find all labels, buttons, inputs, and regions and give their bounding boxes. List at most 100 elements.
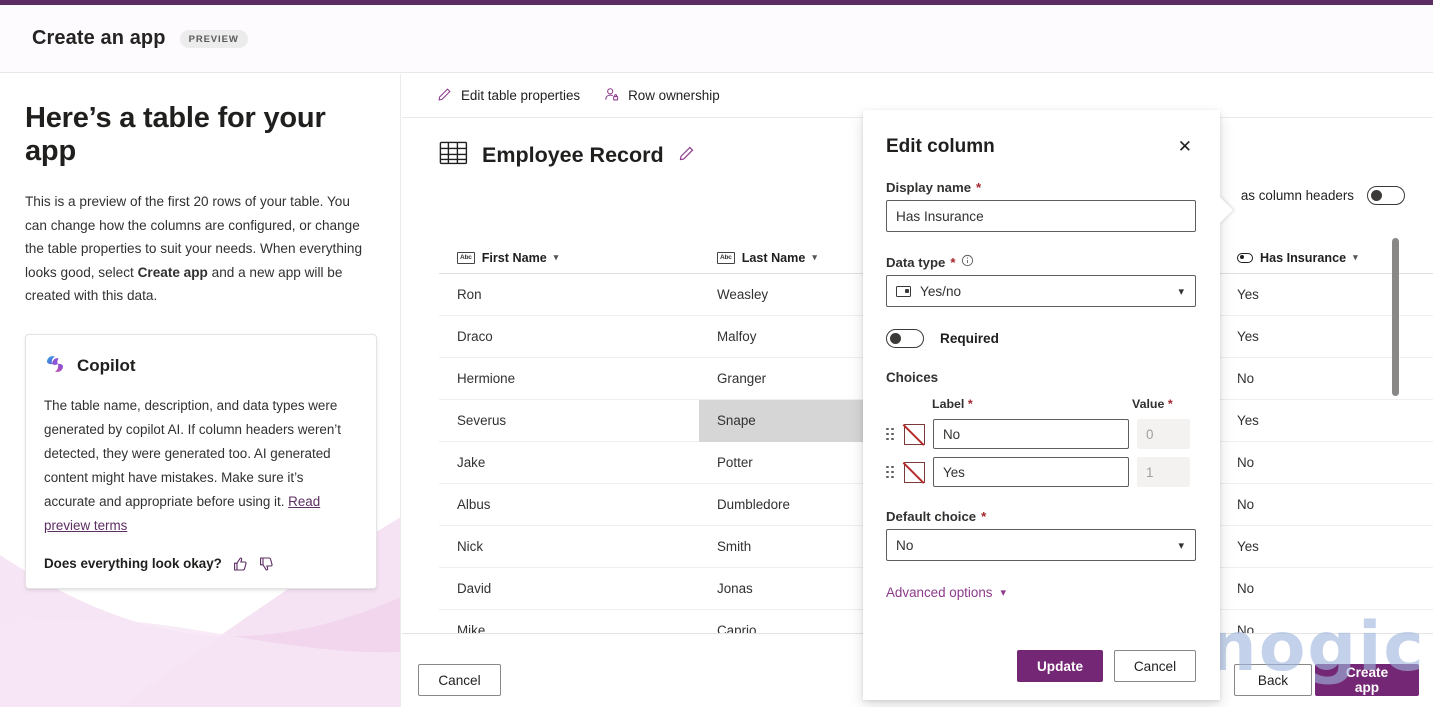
default-choice-label: Default choice * [886, 509, 1196, 524]
close-icon[interactable]: ✕ [1174, 136, 1196, 157]
drag-handle-icon[interactable] [886, 464, 896, 480]
column-header-label: First Name [481, 250, 547, 265]
table-cell[interactable]: Ron [439, 274, 699, 316]
default-choice-label-text: Default choice [886, 509, 977, 524]
choices-label-header: Label * [932, 397, 1132, 411]
table-cell[interactable]: Albus [439, 484, 699, 526]
pane-title: Here’s a table for your app [25, 102, 326, 167]
row-ownership-label: Row ownership [628, 88, 720, 103]
table-cell[interactable]: No [1219, 358, 1433, 400]
choice-label-input[interactable] [933, 457, 1129, 487]
display-name-label-text: Display name [886, 180, 972, 195]
abc-text-icon: Abc [457, 251, 475, 264]
table-cell[interactable]: David [439, 568, 699, 610]
column-header-label: Last Name [741, 250, 806, 265]
column-headers-toggle-wrap: as column headers [1241, 186, 1405, 205]
dialog-actions: Update Cancel [1017, 650, 1196, 682]
required-marker: * [981, 509, 987, 524]
delete-choice-icon[interactable] [904, 461, 925, 483]
footer-cancel-button[interactable]: Cancel [418, 664, 501, 696]
data-type-value: Yes/no [920, 283, 962, 299]
thumbs-up-icon[interactable] [232, 556, 248, 572]
required-toggle[interactable] [886, 329, 924, 348]
copilot-header: Copilot [44, 353, 357, 380]
data-type-label-text: Data type [886, 254, 946, 270]
choices-column-headers: Label * Value * [886, 397, 1196, 411]
dialog-header: Edit column ✕ [886, 136, 1196, 158]
yes-no-toggle-icon [1237, 252, 1253, 263]
choices-list [886, 419, 1196, 487]
data-type-dropdown[interactable]: Yes/no ▾ [886, 275, 1196, 307]
advanced-options-link[interactable]: Advanced options ▾ [886, 585, 1006, 600]
default-choice-dropdown[interactable]: No ▾ [886, 529, 1196, 561]
column-header-label: Has Insurance [1260, 250, 1347, 265]
vertical-scrollbar[interactable] [1392, 238, 1399, 396]
info-circle-icon[interactable] [961, 254, 974, 270]
toggle-knob [890, 333, 901, 344]
dialog-update-button[interactable]: Update [1017, 650, 1103, 682]
table-cell[interactable]: No [1219, 568, 1433, 610]
pane-description: This is a preview of the first 20 rows o… [25, 190, 374, 308]
choices-value-header: Value * [1132, 397, 1173, 411]
rename-table-icon[interactable] [678, 145, 695, 167]
required-toggle-label: Required [940, 331, 999, 346]
desc-bold-create-app: Create app [137, 264, 208, 280]
dialog-pointer [1219, 196, 1233, 224]
column-headers-toggle[interactable] [1367, 186, 1405, 205]
drag-handle-icon[interactable] [886, 426, 896, 442]
choice-label-input[interactable] [933, 419, 1129, 449]
table-cell[interactable]: Yes [1219, 274, 1433, 316]
required-marker: * [950, 254, 956, 270]
column-header-has-insurance[interactable]: Has Insurance ▾ [1219, 251, 1433, 265]
row-ownership-button[interactable]: Row ownership [595, 82, 729, 110]
advanced-options-label: Advanced options [886, 585, 993, 600]
copilot-card: Copilot The table name, description, and… [25, 333, 377, 589]
choices-label-header-text: Label [932, 397, 965, 411]
table-cell[interactable]: No [1219, 442, 1433, 484]
copilot-title: Copilot [77, 356, 136, 375]
chevron-down-icon: ▾ [1000, 587, 1006, 599]
page-title: Create an app [32, 27, 166, 49]
table-cell[interactable]: No [1219, 484, 1433, 526]
choice-value-input[interactable] [1137, 457, 1190, 487]
copilot-body: The table name, description, and data ty… [44, 394, 357, 538]
default-choice-value: No [896, 537, 914, 553]
required-marker: * [976, 180, 982, 195]
chevron-down-icon[interactable]: ▾ [1353, 252, 1358, 263]
chevron-down-icon[interactable]: ▾ [812, 252, 817, 263]
feedback-question: Does everything look okay? [44, 556, 222, 571]
choices-section-label: Choices [886, 370, 939, 385]
dialog-cancel-button[interactable]: Cancel [1114, 650, 1196, 682]
display-name-input[interactable] [886, 200, 1196, 232]
table-cell[interactable]: Severus [439, 400, 699, 442]
choices-value-header-text: Value [1132, 397, 1165, 411]
table-cell[interactable]: Yes [1219, 400, 1433, 442]
edit-table-properties-label: Edit table properties [461, 88, 581, 103]
column-header-first-name[interactable]: Abc First Name ▾ [439, 251, 699, 265]
chevron-down-icon[interactable]: ▾ [554, 252, 559, 263]
table-cell[interactable]: Draco [439, 316, 699, 358]
column-headers-toggle-label: as column headers [1240, 188, 1354, 203]
choice-row [886, 457, 1196, 487]
table-cell[interactable]: Yes [1219, 316, 1433, 358]
edit-column-dialog: Edit column ✕ Display name * Data type *… [863, 110, 1220, 700]
table-grid-icon [439, 140, 468, 171]
required-marker: * [1167, 397, 1173, 411]
delete-choice-icon[interactable] [904, 423, 925, 445]
edit-table-properties-button[interactable]: Edit table properties [428, 82, 589, 110]
table-cell[interactable]: Nick [439, 526, 699, 568]
table-name: Employee Record [482, 143, 664, 167]
table-cell[interactable]: Hermione [439, 358, 699, 400]
table-cell[interactable]: Jake [439, 442, 699, 484]
required-toggle-row: Required [886, 329, 1196, 348]
thumbs-down-icon[interactable] [258, 556, 274, 572]
chevron-down-icon: ▾ [1178, 285, 1184, 298]
choice-value-input[interactable] [1137, 419, 1190, 449]
feedback-row: Does everything look okay? [44, 556, 357, 572]
app-root: Create an app PREVIEW Here’s a table for… [0, 0, 1433, 707]
chevron-down-icon: ▾ [1178, 539, 1184, 552]
table-cell[interactable]: Yes [1219, 526, 1433, 568]
person-lock-icon [604, 87, 619, 105]
pencil-icon [437, 87, 452, 105]
data-type-label: Data type * [886, 254, 1196, 270]
